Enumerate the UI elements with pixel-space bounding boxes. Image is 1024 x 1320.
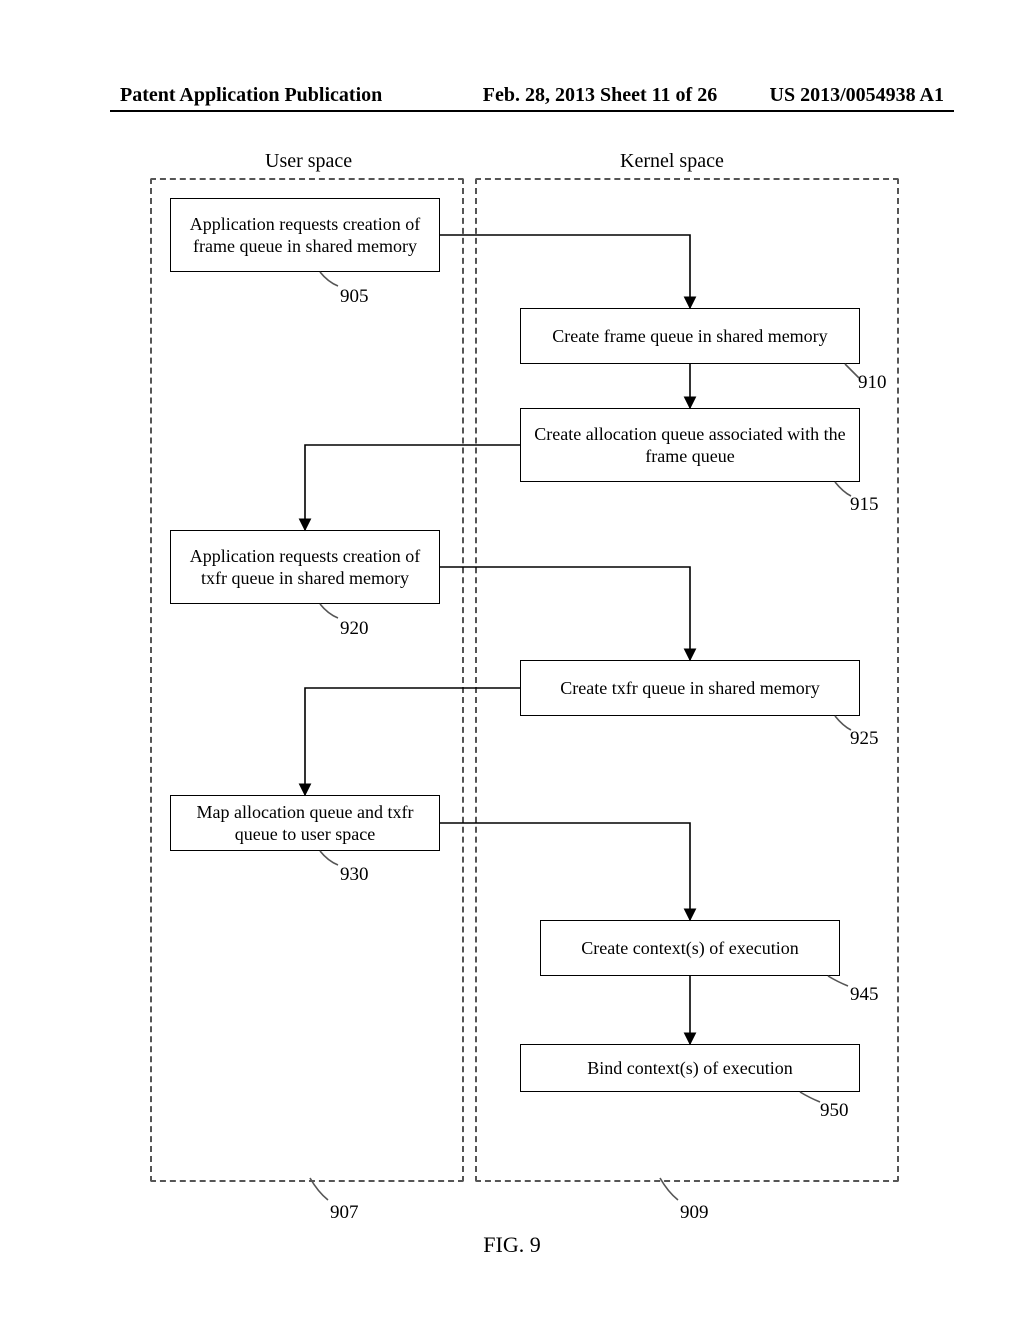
ref-915: 915 (850, 494, 879, 516)
figure-label: FIG. 9 (0, 1232, 1024, 1258)
header-right: US 2013/0054938 A1 (770, 84, 944, 107)
region-user-space (150, 178, 464, 1182)
box-950: Bind context(s) of execution (520, 1044, 860, 1092)
ref-945: 945 (850, 984, 879, 1006)
box-905: Application requests creation of frame q… (170, 198, 440, 272)
box-930: Map allocation queue and txfr queue to u… (170, 795, 440, 851)
label-kernel-space: Kernel space (620, 150, 724, 173)
ref-950: 950 (820, 1100, 849, 1122)
ref-925: 925 (850, 728, 879, 750)
page: Patent Application Publication Feb. 28, … (0, 0, 1024, 1320)
ref-910: 910 (858, 372, 887, 394)
ref-909: 909 (680, 1202, 709, 1224)
box-915: Create allocation queue associated with … (520, 408, 860, 482)
ref-930: 930 (340, 864, 369, 886)
box-910: Create frame queue in shared memory (520, 308, 860, 364)
box-925: Create txfr queue in shared memory (520, 660, 860, 716)
ref-920: 920 (340, 618, 369, 640)
box-945: Create context(s) of execution (540, 920, 840, 976)
box-920: Application requests creation of txfr qu… (170, 530, 440, 604)
header-date: Feb. 28, 2013 Sheet 11 of 26 (470, 84, 730, 107)
header-left: Patent Application Publication (120, 84, 382, 107)
label-user-space: User space (265, 150, 352, 173)
header-rule (110, 110, 954, 112)
ref-905: 905 (340, 286, 369, 308)
ref-907: 907 (330, 1202, 359, 1224)
